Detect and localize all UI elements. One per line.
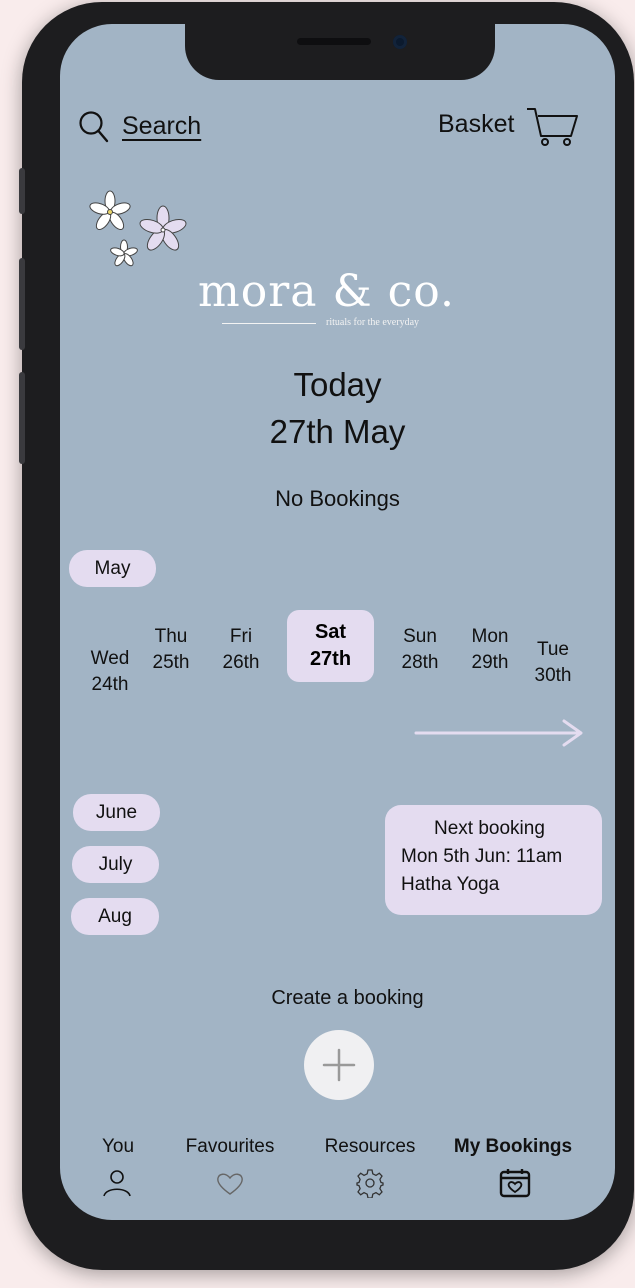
day-name: Wed	[90, 648, 130, 669]
next-booking-time: Mon 5th Jun: 11am	[401, 846, 563, 867]
brand-tagline: rituals for the everyday	[326, 317, 420, 328]
day-date: 25th	[152, 652, 190, 673]
next-week-arrow-icon[interactable]	[414, 718, 586, 748]
day-date: 28th	[401, 652, 439, 673]
volume-up-button	[19, 258, 25, 350]
day-date: 24th	[91, 674, 129, 695]
day-date: 26th	[222, 652, 260, 673]
nav-item-my-bookings[interactable]: My Bookings	[438, 1136, 588, 1202]
day-sun-28[interactable]: Sun 28th	[385, 624, 455, 676]
day-name: Sun	[403, 626, 437, 647]
nav-item-favourites[interactable]: Favourites	[172, 1136, 288, 1202]
calendar-heart-icon	[499, 1169, 531, 1198]
day-name: Fri	[229, 626, 253, 647]
cart-icon	[527, 108, 578, 146]
notch	[185, 24, 495, 80]
nav-label: You	[101, 1136, 135, 1157]
brand-logo: mora & co.	[198, 266, 455, 317]
user-icon	[103, 1170, 131, 1197]
day-name: Mon	[471, 626, 509, 647]
search-label: Search	[122, 112, 202, 140]
day-name: Thu	[154, 626, 188, 647]
day-name: Sat	[314, 621, 347, 643]
basket-label: Basket	[438, 110, 515, 138]
day-wed-24[interactable]: Wed 24th	[75, 646, 145, 698]
today-date: 27th May	[269, 413, 406, 450]
booking-status: No Bookings	[275, 486, 400, 511]
month-pill-may[interactable]: May	[69, 550, 156, 587]
next-booking-class: Hatha Yoga	[401, 874, 500, 895]
create-booking-button[interactable]	[304, 1030, 374, 1100]
create-booking-label: Create a booking	[271, 987, 424, 1009]
day-date: 29th	[471, 652, 509, 673]
flowers-illustration	[89, 190, 187, 267]
heart-icon	[217, 1173, 243, 1195]
today-label: Today	[293, 366, 382, 403]
nav-item-you[interactable]: You	[80, 1136, 156, 1202]
day-date: 30th	[534, 665, 572, 686]
tagline-rule	[222, 323, 316, 324]
plus-icon	[322, 1048, 356, 1082]
day-thu-25[interactable]: Thu 25th	[136, 624, 206, 676]
nav-label: Favourites	[185, 1136, 275, 1157]
day-name: Tue	[536, 639, 570, 660]
day-fri-26[interactable]: Fri 26th	[206, 624, 276, 676]
screen: Search Basket mora & co. rituals for the…	[60, 24, 615, 1220]
camera	[393, 35, 407, 49]
month-pill-june[interactable]: June	[73, 794, 160, 831]
nav-label: Resources	[324, 1136, 416, 1157]
speaker	[297, 38, 371, 45]
nav-item-resources[interactable]: Resources	[318, 1136, 422, 1202]
next-booking-card[interactable]: Next booking Mon 5th Jun: 11am Hatha Yog…	[385, 805, 602, 915]
day-tue-30[interactable]: Tue 30th	[518, 637, 588, 689]
month-pill-aug[interactable]: Aug	[71, 898, 159, 935]
day-date: 27th	[309, 648, 352, 670]
nav-label-active: My Bookings	[453, 1136, 573, 1157]
silent-switch	[19, 168, 25, 214]
day-mon-29[interactable]: Mon 29th	[455, 624, 525, 676]
gear-icon	[356, 1169, 384, 1198]
month-pill-july[interactable]: July	[72, 846, 159, 883]
volume-down-button	[19, 372, 25, 464]
day-sat-27-selected[interactable]: Sat 27th	[287, 610, 374, 682]
search-icon	[79, 111, 109, 143]
next-booking-title: Next booking	[434, 818, 545, 839]
